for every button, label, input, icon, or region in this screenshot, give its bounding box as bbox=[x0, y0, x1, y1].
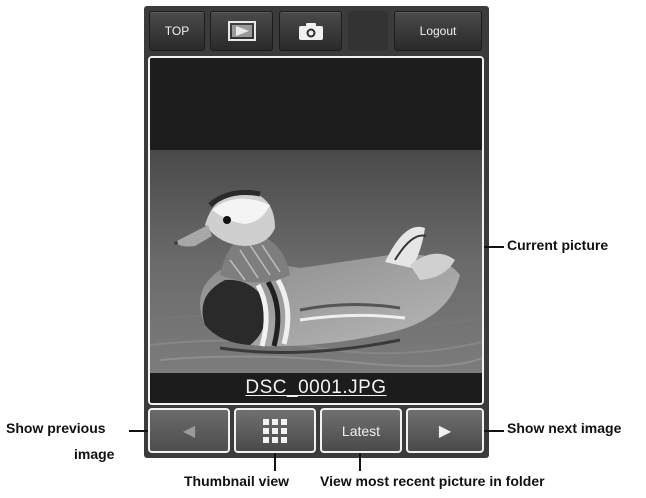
thumbnail-view-button[interactable] bbox=[234, 408, 316, 453]
logout-button-label: Logout bbox=[419, 24, 457, 38]
camera-icon bbox=[298, 23, 323, 40]
current-picture[interactable]: DSC_0001.JPG bbox=[148, 56, 484, 405]
show-previous-callout-line2: image bbox=[74, 446, 115, 462]
grid-icon bbox=[263, 418, 287, 443]
next-image-button[interactable]: ▶ bbox=[406, 408, 484, 453]
view-most-recent-leader bbox=[359, 453, 361, 471]
show-previous-leader bbox=[129, 430, 148, 432]
logout-button[interactable]: Logout bbox=[394, 11, 482, 51]
show-next-leader bbox=[484, 430, 504, 432]
picture-letterbox bbox=[150, 58, 482, 150]
playback-icon bbox=[227, 21, 256, 41]
toolbar: TOP Logout bbox=[144, 6, 489, 56]
latest-button[interactable]: Latest bbox=[320, 408, 402, 453]
thumbnail-view-callout: Thumbnail view bbox=[184, 473, 290, 489]
latest-button-label: Latest bbox=[341, 422, 381, 439]
picture-filename: DSC_0001.JPG bbox=[245, 377, 387, 398]
mandarin-duck-photo bbox=[150, 150, 482, 373]
previous-image-button[interactable]: ◀ bbox=[148, 408, 230, 453]
camera-button[interactable] bbox=[279, 11, 342, 51]
current-picture-callout: Current picture bbox=[507, 237, 609, 253]
next-arrow-icon: ▶ bbox=[438, 422, 452, 440]
view-most-recent-callout: View most recent picture in folder bbox=[320, 473, 545, 489]
thumbnail-view-leader bbox=[274, 453, 276, 471]
current-picture-leader bbox=[484, 246, 504, 248]
camera-web-ui: TOP Logout DSC_0001.JPG ◀ Latest ▶ bbox=[144, 6, 489, 458]
top-button-label: TOP bbox=[164, 24, 190, 38]
show-next-callout: Show next image bbox=[507, 420, 622, 436]
top-button[interactable]: TOP bbox=[149, 11, 205, 51]
previous-arrow-icon: ◀ bbox=[182, 422, 196, 440]
filename-bar: DSC_0001.JPG bbox=[150, 373, 482, 403]
playback-button[interactable] bbox=[210, 11, 273, 51]
toolbar-spacer bbox=[348, 11, 388, 51]
show-previous-callout-line1: Show previous bbox=[6, 420, 106, 436]
